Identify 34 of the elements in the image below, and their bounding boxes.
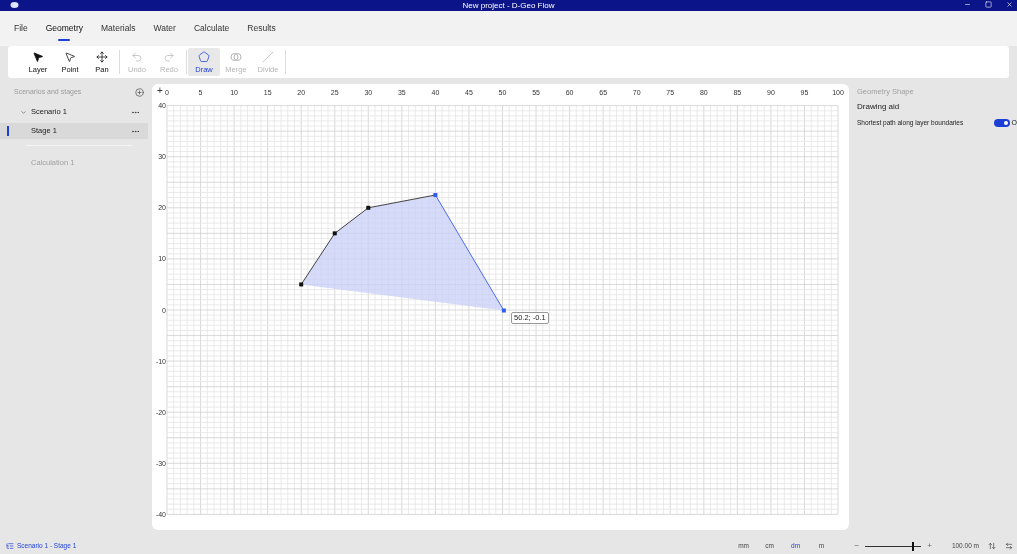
vertex-handle[interactable] [299,282,304,287]
zoom-in-button[interactable]: + [927,540,932,552]
maximize-icon[interactable] [985,1,992,8]
section-title: Drawing aid [857,101,901,113]
menu-tab[interactable]: Materials [95,15,142,42]
menu-tab[interactable]: Calculate [187,15,236,42]
slash-icon [262,50,274,63]
vertex-handle[interactable] [332,231,337,236]
zoom-out-button[interactable]: − [854,540,860,552]
slider-thumb[interactable] [911,541,914,551]
menu-tab[interactable]: Water [147,15,182,42]
merge-icon [230,50,242,63]
menu-tab[interactable]: File [8,15,34,42]
move-icon [96,50,108,63]
pointer-icon [32,50,44,63]
vertex-handle[interactable] [366,205,371,210]
vertex-handle[interactable] [501,308,506,313]
sort-icon[interactable] [988,542,996,550]
list-icon[interactable] [6,542,14,550]
menu-tab[interactable]: Geometry [39,15,90,42]
app-logo-icon [10,1,19,9]
pointer-icon [64,50,76,63]
undo-icon [131,50,143,63]
window-title: New project - D-Geo Flow [462,0,555,11]
minimize-icon[interactable] [964,1,971,8]
swap-icon[interactable] [1005,542,1013,550]
close-icon[interactable] [1006,1,1013,8]
vertex-handle[interactable] [433,193,438,198]
add-icon[interactable] [135,87,144,97]
zoom-to-fit-button[interactable]: + [157,85,163,96]
pentagon-icon [198,50,210,63]
menu-tab[interactable]: Results [241,15,282,42]
redo-icon [163,50,175,63]
toggle-switch[interactable] [993,119,1010,128]
